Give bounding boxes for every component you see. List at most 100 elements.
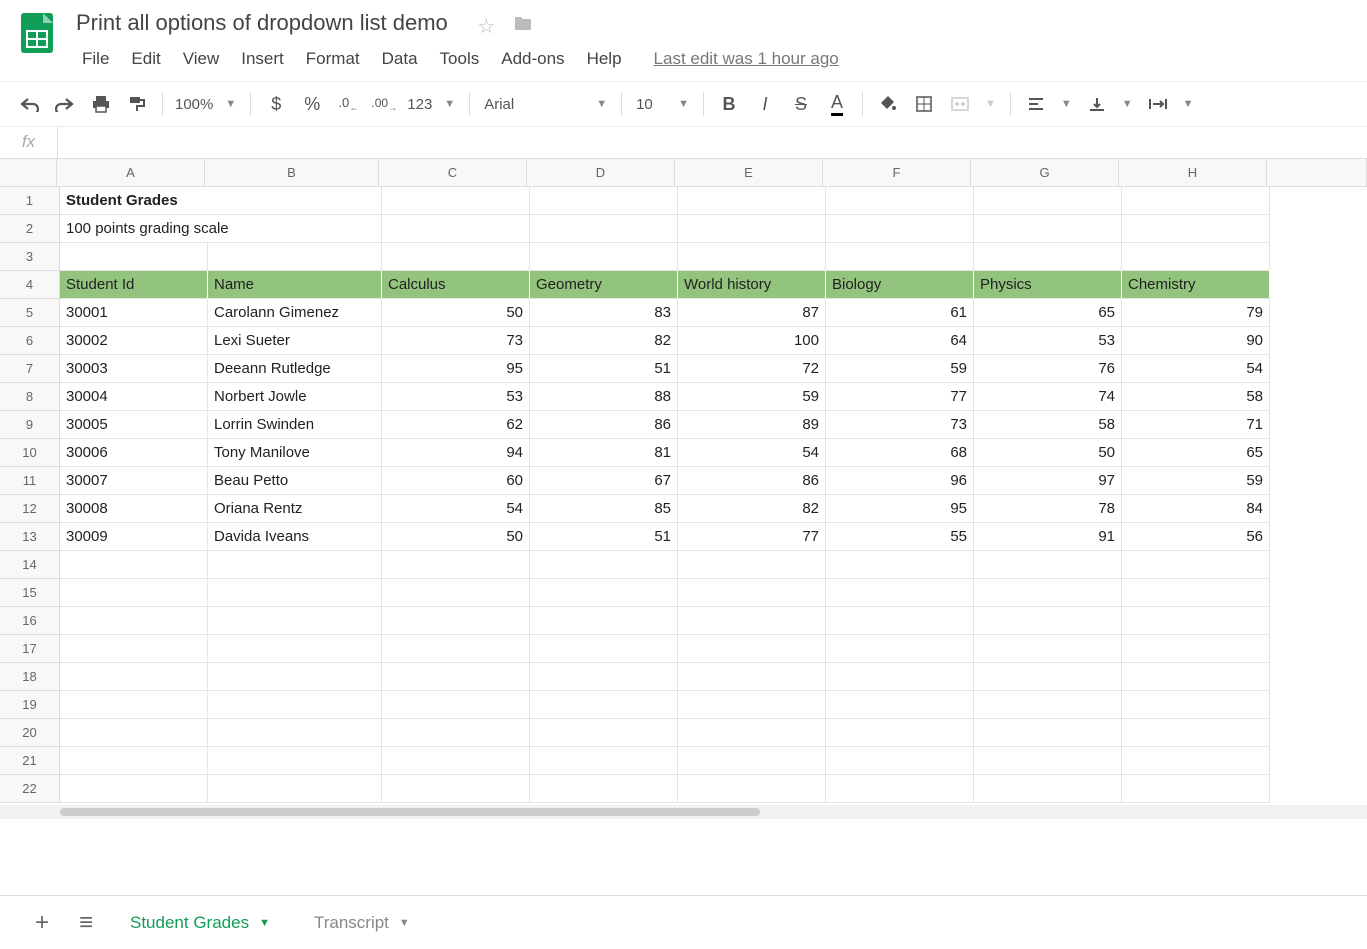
cell[interactable]: 71 <box>1122 411 1270 439</box>
cell[interactable] <box>60 719 208 747</box>
cell[interactable] <box>974 551 1122 579</box>
row-header-14[interactable]: 14 <box>0 551 60 579</box>
row-header-9[interactable]: 9 <box>0 411 60 439</box>
cell[interactable]: 59 <box>678 383 826 411</box>
menu-help[interactable]: Help <box>577 43 632 75</box>
cell[interactable]: 62 <box>382 411 530 439</box>
column-header-g[interactable]: G <box>971 159 1119 187</box>
menu-format[interactable]: Format <box>296 43 370 75</box>
zoom-value[interactable]: 100% <box>171 96 217 113</box>
wrap-dropdown-icon[interactable]: ▼ <box>1177 98 1200 110</box>
cell[interactable]: 97 <box>974 467 1122 495</box>
cell[interactable] <box>826 243 974 271</box>
row-header-1[interactable]: 1 <box>0 187 60 215</box>
cell[interactable] <box>208 551 382 579</box>
cell[interactable] <box>1122 747 1270 775</box>
cell[interactable] <box>826 551 974 579</box>
merge-cells-icon[interactable] <box>943 88 977 120</box>
cell[interactable] <box>530 663 678 691</box>
row-header-22[interactable]: 22 <box>0 775 60 803</box>
cell[interactable] <box>678 747 826 775</box>
merge-dropdown-icon[interactable]: ▼ <box>979 98 1002 110</box>
cell[interactable]: 82 <box>678 495 826 523</box>
cell[interactable] <box>678 187 826 215</box>
row-header-6[interactable]: 6 <box>0 327 60 355</box>
cell[interactable] <box>60 775 208 803</box>
cell[interactable] <box>208 607 382 635</box>
increase-decimal-icon[interactable]: .00→ <box>367 88 401 120</box>
row-header-15[interactable]: 15 <box>0 579 60 607</box>
cell[interactable] <box>678 719 826 747</box>
cell[interactable] <box>678 691 826 719</box>
menu-insert[interactable]: Insert <box>231 43 294 75</box>
sheet-tab-transcript[interactable]: Transcript ▼ <box>292 901 432 945</box>
cell[interactable]: 54 <box>382 495 530 523</box>
cell[interactable] <box>1122 187 1270 215</box>
cell[interactable] <box>826 663 974 691</box>
cell[interactable]: 50 <box>974 439 1122 467</box>
cell[interactable]: 90 <box>1122 327 1270 355</box>
cell[interactable]: Student Id <box>60 271 208 299</box>
row-header-3[interactable]: 3 <box>0 243 60 271</box>
cell[interactable]: 30008 <box>60 495 208 523</box>
cell[interactable] <box>1122 551 1270 579</box>
cell[interactable] <box>530 215 678 243</box>
percent-icon[interactable]: % <box>295 88 329 120</box>
cell[interactable]: Physics <box>974 271 1122 299</box>
cell[interactable] <box>530 607 678 635</box>
text-color-icon[interactable]: A <box>820 88 854 120</box>
cell[interactable]: 78 <box>974 495 1122 523</box>
cell[interactable]: 59 <box>1122 467 1270 495</box>
cell[interactable]: Calculus <box>382 271 530 299</box>
cell[interactable]: 88 <box>530 383 678 411</box>
cell[interactable] <box>382 635 530 663</box>
cell[interactable]: 30002 <box>60 327 208 355</box>
cell[interactable]: 54 <box>678 439 826 467</box>
zoom-dropdown-icon[interactable]: ▼ <box>219 98 242 110</box>
cell[interactable] <box>382 663 530 691</box>
cell[interactable]: 30001 <box>60 299 208 327</box>
cell[interactable]: Deeann Rutledge <box>208 355 382 383</box>
cell[interactable]: 51 <box>530 355 678 383</box>
cell[interactable] <box>60 607 208 635</box>
valign-dropdown-icon[interactable]: ▼ <box>1116 98 1139 110</box>
cell[interactable]: Lorrin Swinden <box>208 411 382 439</box>
redo-icon[interactable] <box>48 88 82 120</box>
cell[interactable] <box>1122 607 1270 635</box>
cell[interactable] <box>208 747 382 775</box>
borders-icon[interactable] <box>907 88 941 120</box>
row-header-11[interactable]: 11 <box>0 467 60 495</box>
last-edit-link[interactable]: Last edit was 1 hour ago <box>654 49 839 69</box>
document-title[interactable]: Print all options of dropdown list demo <box>72 8 452 38</box>
cell[interactable] <box>530 719 678 747</box>
cell[interactable] <box>678 551 826 579</box>
cell[interactable] <box>530 187 678 215</box>
cell[interactable] <box>826 579 974 607</box>
cell[interactable] <box>1122 243 1270 271</box>
cell[interactable]: 58 <box>1122 383 1270 411</box>
cell[interactable] <box>1122 719 1270 747</box>
cell[interactable]: 76 <box>974 355 1122 383</box>
hscroll-thumb[interactable] <box>60 808 760 816</box>
cell[interactable]: 51 <box>530 523 678 551</box>
cell[interactable] <box>678 635 826 663</box>
cell[interactable]: Beau Petto <box>208 467 382 495</box>
column-header-c[interactable]: C <box>379 159 527 187</box>
cell[interactable]: 60 <box>382 467 530 495</box>
row-header-17[interactable]: 17 <box>0 635 60 663</box>
cell[interactable] <box>826 187 974 215</box>
column-header-blank[interactable] <box>1267 159 1367 187</box>
column-header-b[interactable]: B <box>205 159 379 187</box>
cell[interactable]: 83 <box>530 299 678 327</box>
cell[interactable]: 30006 <box>60 439 208 467</box>
cell[interactable] <box>530 747 678 775</box>
all-sheets-icon[interactable]: ≡ <box>64 901 108 945</box>
cell[interactable]: 59 <box>826 355 974 383</box>
cell[interactable]: 65 <box>974 299 1122 327</box>
font-size-select[interactable]: 10 <box>630 96 670 113</box>
cell[interactable]: 30004 <box>60 383 208 411</box>
cell[interactable]: Biology <box>826 271 974 299</box>
menu-file[interactable]: File <box>72 43 119 75</box>
cell[interactable] <box>974 775 1122 803</box>
cell[interactable] <box>60 663 208 691</box>
